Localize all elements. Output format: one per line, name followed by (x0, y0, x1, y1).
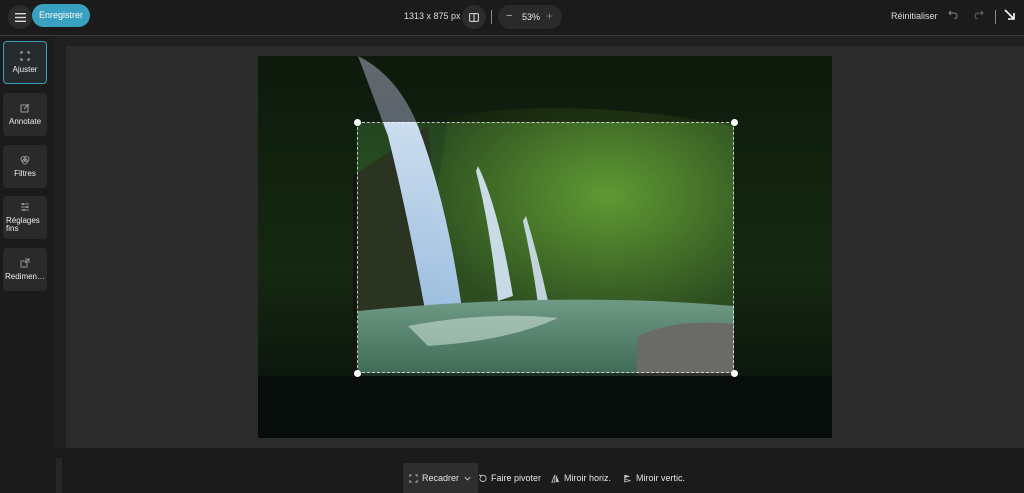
bottom-toolbar: Recadrer Faire pivoter Miroir horiz. Mir… (0, 448, 1024, 493)
crop-frame-icon (409, 473, 418, 483)
flip-horizontal-icon (551, 474, 560, 483)
sidebar-item-redimensionner[interactable]: Redimen… (3, 248, 47, 291)
rotate-label: Faire pivoter (491, 473, 542, 483)
sidebar-item-label: Ajuster (12, 65, 38, 74)
crop-handle-top-left[interactable] (354, 119, 361, 126)
redo-icon (974, 10, 984, 20)
save-button[interactable]: Enregistrer (32, 4, 91, 27)
flip-vertical-icon (624, 474, 632, 483)
redo-button[interactable] (974, 8, 984, 22)
flip-horizontal-button[interactable]: Miroir horiz. (545, 463, 617, 493)
crop-handle-top-right[interactable] (731, 119, 738, 126)
crop-mask (258, 122, 357, 373)
crop-tool-label: Recadrer (422, 473, 460, 483)
crop-selection[interactable] (357, 122, 734, 373)
compare-button[interactable] (462, 5, 486, 29)
rotate-icon (478, 473, 487, 482)
hamburger-icon (14, 12, 26, 22)
divider (995, 10, 996, 24)
crop-mask (734, 122, 832, 373)
sidebar-item-annotate[interactable]: Annotate (3, 93, 47, 136)
menu-button[interactable] (8, 5, 32, 29)
zoom-level: 53% (522, 12, 541, 22)
crop-handle-bottom-right[interactable] (731, 370, 738, 377)
resize-icon (20, 258, 30, 268)
flip-vertical-button[interactable]: Miroir vertic. (617, 463, 691, 493)
sidebar-item-filtres[interactable]: Filtres (3, 145, 47, 188)
sidebar-item-label: Annotate (8, 117, 42, 126)
filters-circles-icon (20, 156, 30, 165)
crop-mask (258, 56, 832, 122)
sidebar-item-label: Filtres (14, 169, 36, 178)
sidebar-item-label: Redimen… (4, 272, 45, 281)
panel-edge (56, 458, 62, 493)
zoom-out-button[interactable]: − (506, 10, 512, 22)
sidebar-item-label: Réglages fins (6, 216, 40, 233)
undo-button[interactable] (948, 8, 958, 22)
image-dimensions: 1313 x 875 px (404, 11, 461, 21)
crop-mask (258, 373, 832, 438)
flip-vertical-label: Miroir vertic. (636, 473, 685, 483)
compare-icon (469, 12, 479, 22)
crop-tool-button[interactable]: Recadrer (403, 463, 479, 493)
sidebar-item-reglages-fins[interactable]: Réglages fins (3, 196, 47, 239)
tools-sidebar: Ajuster Annotate Filtres Réglages fins R… (0, 37, 54, 493)
sliders-icon (21, 203, 29, 211)
sidebar-item-ajuster[interactable]: Ajuster (3, 41, 47, 84)
reset-button[interactable]: Réinitialiser (891, 11, 938, 21)
top-toolbar: Enregistrer 1313 x 875 px − 53% + Réinit… (0, 0, 1024, 36)
edit-pencil-icon (20, 103, 30, 113)
crop-frame-icon (20, 51, 30, 61)
crop-handle-bottom-left[interactable] (354, 370, 361, 377)
close-editor-icon[interactable] (1003, 8, 1017, 22)
zoom-control: − 53% + (498, 5, 562, 29)
chevron-down-icon (464, 476, 471, 480)
undo-icon (948, 10, 958, 20)
divider (491, 10, 492, 24)
zoom-in-button[interactable]: + (546, 9, 553, 23)
flip-horizontal-label: Miroir horiz. (564, 473, 612, 483)
rotate-button[interactable]: Faire pivoter (472, 463, 547, 493)
